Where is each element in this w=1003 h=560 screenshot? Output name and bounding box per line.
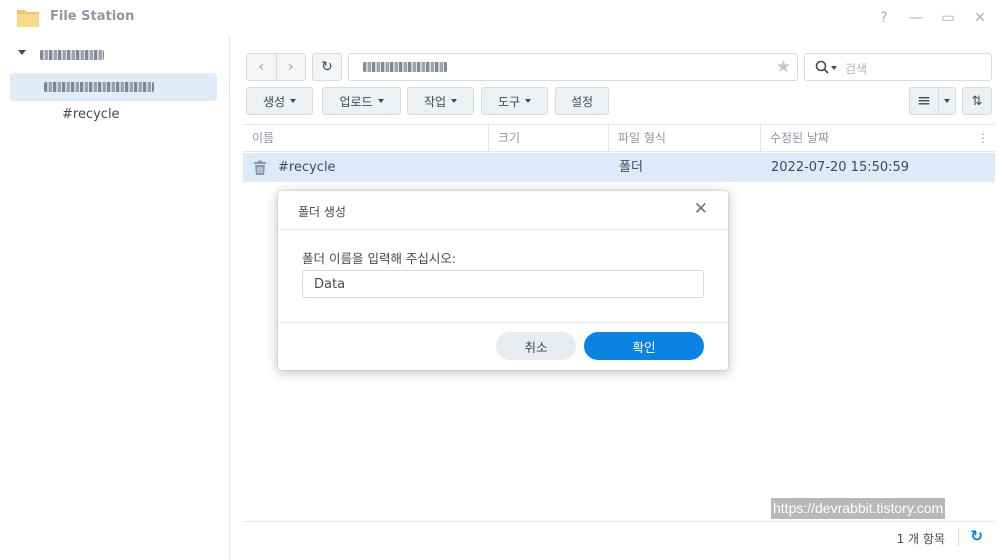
close-icon[interactable]: ✕ — [694, 200, 708, 218]
status-bar: 1 개 항목 ↻ — [243, 521, 995, 551]
refresh-icon: ↻ — [321, 59, 333, 75]
help-button[interactable]: ? — [874, 8, 894, 28]
create-folder-dialog: 폴더 생성 ✕ 폴더 이름을 입력해 주십시오: 취소 확인 — [278, 191, 728, 370]
redacted-root-label — [40, 50, 104, 60]
upload-button[interactable]: 업로드 — [322, 87, 401, 115]
list-view-icon: ≡ — [916, 91, 932, 111]
list-view-button[interactable]: ≡ — [909, 87, 939, 115]
close-window-button[interactable]: ✕ — [970, 8, 990, 28]
chevron-left-icon: ‹ — [258, 59, 265, 75]
chevron-down-icon[interactable] — [18, 50, 26, 55]
chevron-down-icon — [525, 99, 532, 103]
view-mode-dropdown[interactable] — [938, 87, 956, 115]
column-name[interactable]: 이름 — [243, 125, 489, 152]
title-bar: File Station ? — ▭ ✕ — [0, 0, 1003, 36]
column-menu-icon[interactable]: ⋮ — [977, 132, 989, 144]
refresh-icon[interactable]: ↻ — [970, 527, 983, 545]
search-input[interactable]: 검색 — [804, 53, 992, 81]
chevron-right-icon: › — [287, 59, 294, 75]
column-size[interactable]: 크기 — [489, 125, 609, 152]
action-button[interactable]: 작업 — [407, 87, 474, 115]
chevron-down-icon[interactable] — [831, 66, 837, 70]
app-title: File Station — [50, 9, 135, 24]
watermark: https://devrabbit.tistory.com — [771, 498, 946, 519]
column-modified[interactable]: 수정된 날짜 — [761, 125, 977, 152]
minimize-button[interactable]: — — [906, 8, 926, 28]
column-type[interactable]: 파일 형식 — [609, 125, 761, 152]
chevron-down-icon — [451, 99, 458, 103]
action-label: 작업 — [423, 94, 447, 109]
sort-button[interactable]: ⇅ — [962, 87, 992, 115]
chevron-down-icon — [944, 99, 950, 103]
folder-name-input[interactable] — [302, 270, 704, 298]
settings-button[interactable]: 설정 — [555, 87, 609, 115]
forward-button[interactable]: › — [275, 54, 306, 80]
search-placeholder: 검색 — [845, 62, 868, 76]
sort-icon: ⇅ — [971, 93, 983, 109]
file-name: #recycle — [278, 160, 336, 175]
file-modified: 2022-07-20 15:50:59 — [771, 160, 910, 175]
divider — [278, 229, 728, 230]
create-button[interactable]: 생성 — [246, 87, 313, 115]
refresh-button[interactable]: ↻ — [312, 53, 342, 81]
table-row[interactable]: #recycle 폴더 2022-07-20 15:50:59 — [243, 153, 995, 182]
chevron-down-icon — [290, 99, 297, 103]
cancel-button[interactable]: 취소 — [496, 332, 576, 360]
search-icon[interactable] — [815, 60, 829, 74]
file-type: 폴더 — [619, 160, 643, 175]
tools-label: 도구 — [497, 94, 521, 109]
ok-button[interactable]: 확인 — [584, 332, 704, 360]
trash-icon — [254, 160, 266, 175]
star-icon[interactable]: ★ — [776, 58, 791, 76]
navigation-buttons: ‹ › — [246, 53, 306, 81]
dialog-title: 폴더 생성 — [298, 205, 346, 219]
folder-tree: #recycle — [0, 36, 230, 560]
divider — [958, 528, 959, 546]
path-field[interactable]: ★ — [348, 53, 798, 81]
create-label: 생성 — [262, 94, 286, 109]
settings-label: 설정 — [570, 94, 594, 109]
redacted-folder-label — [44, 82, 154, 92]
folder-name-label: 폴더 이름을 입력해 주십시오: — [302, 251, 457, 266]
tools-button[interactable]: 도구 — [481, 87, 548, 115]
upload-label: 업로드 — [339, 94, 373, 109]
item-count: 1 개 항목 — [896, 532, 945, 546]
tree-item-recycle[interactable]: #recycle — [62, 107, 120, 122]
redacted-path — [363, 62, 447, 72]
divider — [278, 322, 728, 323]
chevron-down-icon — [377, 99, 384, 103]
maximize-button[interactable]: ▭ — [938, 8, 958, 28]
file-list-header: 이름 크기 파일 형식 수정된 날짜 ⋮ — [243, 124, 995, 152]
tree-item-selected[interactable] — [10, 73, 217, 101]
back-button[interactable]: ‹ — [247, 54, 276, 80]
folder-icon — [17, 10, 39, 27]
